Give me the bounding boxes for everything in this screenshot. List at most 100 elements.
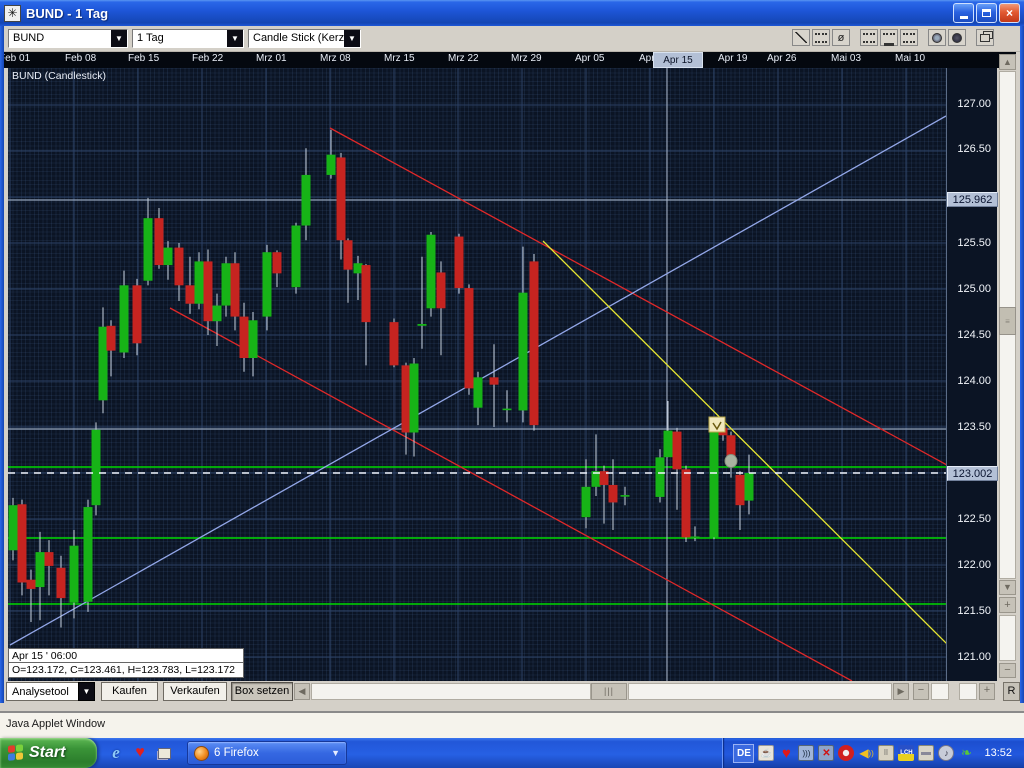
- grid-style-2-icon[interactable]: [880, 29, 898, 46]
- security-green-icon[interactable]: ❧: [958, 745, 974, 761]
- date-tick-label: Mrz 15: [384, 53, 415, 64]
- drawing-tools: ø: [792, 29, 994, 46]
- grid-style-1-icon[interactable]: [860, 29, 878, 46]
- hscroll-right-button[interactable]: ▶: [893, 683, 909, 700]
- trendline-tool-icon[interactable]: [792, 29, 810, 46]
- date-tick-label: Apr 19: [718, 53, 747, 64]
- indicator-light-icon[interactable]: [928, 29, 946, 46]
- indicator-dark-icon[interactable]: [948, 29, 966, 46]
- keyboard-hotkeys-icon[interactable]: ⠿: [878, 745, 894, 761]
- zoom-out-button[interactable]: −: [999, 663, 1016, 678]
- lch-chart-icon[interactable]: LCH: [898, 745, 914, 761]
- app-icon: ✳: [4, 5, 21, 22]
- price-tick-label: 122.00: [957, 559, 991, 571]
- candle-body: [427, 235, 436, 309]
- kaufen-button[interactable]: Kaufen: [101, 682, 158, 701]
- candle-body: [410, 364, 419, 433]
- language-indicator[interactable]: DE: [733, 744, 754, 763]
- candle-body: [745, 473, 754, 501]
- chart-type-select[interactable]: Candle Stick (Kerze ▼: [248, 29, 361, 48]
- candle-body: [390, 322, 399, 365]
- box-setzen-button[interactable]: Box setzen: [231, 682, 293, 701]
- chevron-down-icon[interactable]: ▼: [111, 30, 127, 47]
- candle-body: [302, 175, 311, 226]
- show-desktop-icon[interactable]: [155, 744, 173, 762]
- chevron-down-icon[interactable]: ▼: [78, 682, 95, 701]
- heart-monitor-icon[interactable]: ♥: [778, 745, 794, 761]
- zoom-in-button[interactable]: +: [999, 597, 1016, 613]
- date-tick-label: Mrz 08: [320, 53, 351, 64]
- window-frame-bottom: [0, 703, 1024, 712]
- window-frame-left: [0, 26, 4, 712]
- scroll-down-button[interactable]: ▼: [999, 580, 1016, 595]
- restore-button[interactable]: [976, 3, 997, 23]
- pan-minus-button[interactable]: −: [913, 683, 929, 700]
- chevron-down-icon[interactable]: ▼: [227, 30, 243, 47]
- candle-body: [327, 155, 336, 175]
- status-bar: Java Applet Window: [0, 712, 1024, 738]
- price-tag: 125.962: [947, 192, 998, 207]
- verkaufen-button[interactable]: Verkaufen: [163, 682, 227, 701]
- screen: ✳ BUND - 1 Tag × BUND ▼ 1 Tag ▼ Candle S…: [0, 0, 1024, 768]
- price-tick-label: 126.50: [957, 143, 991, 155]
- network-offline-icon[interactable]: ✕: [818, 745, 834, 761]
- candle-body: [263, 252, 272, 316]
- candle-body: [240, 317, 249, 358]
- price-tick-label: 123.50: [957, 421, 991, 433]
- internet-explorer-icon[interactable]: e: [107, 744, 125, 762]
- fibonacci-tool-icon[interactable]: [812, 29, 830, 46]
- volume-icon[interactable]: ◀)): [858, 745, 874, 761]
- date-tick-label: Mai 10: [895, 53, 925, 64]
- chevron-down-icon[interactable]: ▼: [344, 30, 360, 47]
- firefox-icon: [194, 746, 209, 761]
- chart-plot[interactable]: BUND (Candlestick) Apr 15 ' 06:00 O=123.…: [8, 68, 946, 681]
- date-tick-label: Mrz 29: [511, 53, 542, 64]
- candle-body: [437, 272, 446, 308]
- java-icon[interactable]: ☕: [758, 745, 774, 761]
- scroll-up-button[interactable]: ▲: [999, 54, 1016, 70]
- hscroll-track-right[interactable]: [628, 683, 892, 700]
- audio-mixer-icon[interactable]: ♪: [938, 745, 954, 761]
- candle-tooltip: Apr 15 ' 06:00 O=123.172, C=123.461, H=1…: [8, 648, 244, 678]
- windows-flag-icon: [8, 744, 24, 762]
- close-button[interactable]: ×: [999, 3, 1020, 23]
- candle-body: [691, 536, 700, 538]
- candle-body: [362, 265, 371, 322]
- trendline-downtrend-steep: [543, 241, 946, 645]
- vertical-scrollbar: ▲ ≡ ▼ + −: [999, 52, 1017, 702]
- new-window-icon[interactable]: [976, 29, 994, 46]
- candle-body: [710, 430, 719, 538]
- window-titlebar: ✳ BUND - 1 Tag ×: [0, 0, 1024, 26]
- taskbar-button-firefox[interactable]: 6 Firefox ▼: [187, 741, 347, 765]
- price-tag: 123.002: [947, 466, 998, 481]
- grid-style-3-icon[interactable]: [900, 29, 918, 46]
- start-button[interactable]: Start: [0, 738, 97, 768]
- quick-launch: e ♥: [97, 744, 181, 762]
- pan-box-1[interactable]: [931, 683, 949, 700]
- pan-plus-button[interactable]: +: [979, 683, 995, 700]
- candle-body: [249, 320, 258, 358]
- ellipse-tool-icon[interactable]: ø: [832, 29, 850, 46]
- modem-icon[interactable]: [918, 745, 934, 761]
- candle-body: [155, 218, 164, 265]
- period-select[interactable]: 1 Tag ▼: [132, 29, 244, 48]
- vscroll-thumb[interactable]: ≡: [999, 307, 1016, 335]
- hscroll-track-left[interactable]: [311, 683, 591, 700]
- reset-button[interactable]: R: [1003, 682, 1020, 701]
- antivirus-shield-icon[interactable]: [838, 745, 854, 761]
- candle-body: [213, 306, 222, 322]
- wireless-network-icon[interactable]: ))): [798, 745, 814, 761]
- instrument-select[interactable]: BUND ▼: [8, 29, 128, 48]
- hscroll-thumb[interactable]: |||: [591, 683, 627, 700]
- date-tick-highlight: Apr 15: [653, 52, 703, 68]
- minimize-button[interactable]: [953, 3, 974, 23]
- taskbar-clock: 13:52: [978, 747, 1016, 759]
- pan-box-2[interactable]: [959, 683, 977, 700]
- zoom-track[interactable]: [999, 615, 1016, 661]
- heart-icon[interactable]: ♥: [131, 744, 149, 762]
- candle-body: [402, 365, 411, 432]
- hscroll-left-button[interactable]: ◀: [294, 683, 310, 700]
- chart-toolbar: BUND ▼ 1 Tag ▼ Candle Stick (Kerze ▼ ø: [4, 26, 1020, 52]
- analysetool-select[interactable]: Analysetool ▼: [6, 682, 95, 701]
- candle-body: [133, 285, 142, 343]
